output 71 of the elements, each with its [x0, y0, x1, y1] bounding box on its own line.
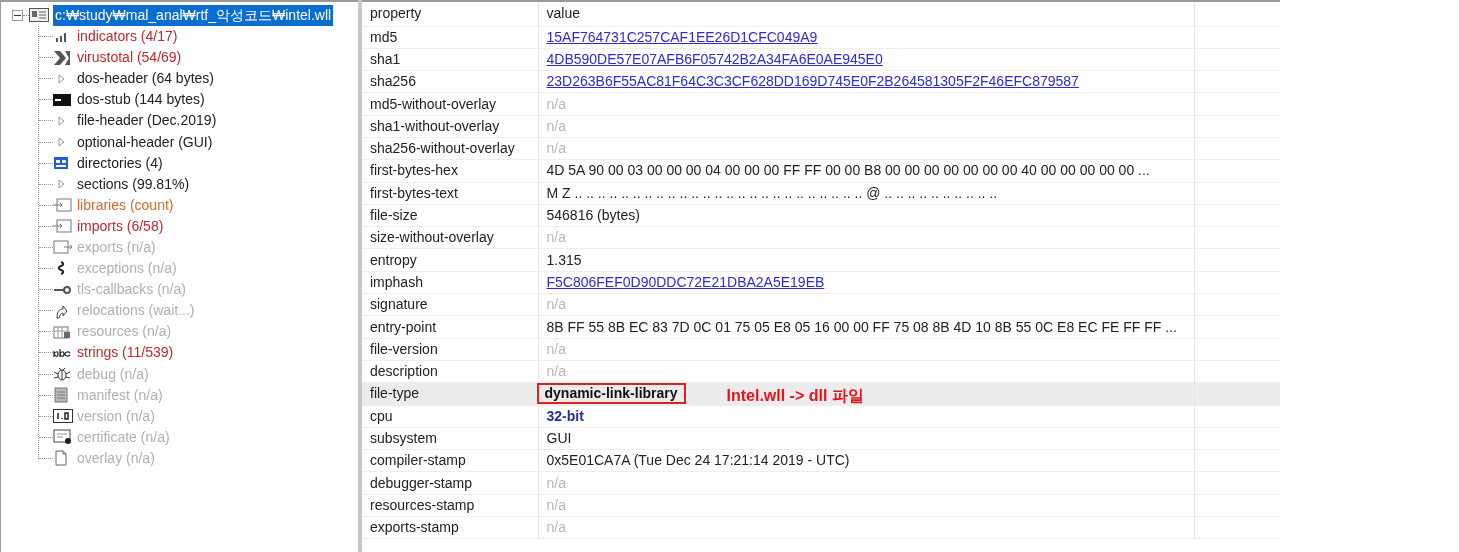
value-text: M Z .. .. .. .. .. .. .. .. .. .. .. .. .. .. .. .. .. .. .. .. .. .. .. .. .. @ .. .. .. .. .. .. .. .. .. .. — [545, 183, 999, 203]
value-text[interactable]: F5C806FEF0D90DDC72E21DBA2A5E19EB — [544, 271, 827, 293]
value-text: 4D 5A 90 00 03 00 00 00 04 00 00 00 FF FF 00 00 B8 00 00 00 00 00 00 00 40 00 00 00 00 00 ... — [545, 161, 1151, 181]
value-text: n/a — [545, 295, 567, 315]
tree-item[interactable]: dos-header (64 bytes) — [77, 68, 214, 90]
tree-item[interactable]: dos-stub (144 bytes) — [77, 89, 205, 111]
property-cell[interactable]: file-size — [362, 204, 538, 227]
property-cell[interactable]: description — [362, 360, 538, 383]
property-cell[interactable]: file-version — [362, 338, 538, 361]
property-cell[interactable]: cpu — [362, 405, 538, 428]
value-text: GUI — [545, 429, 573, 448]
property-cell[interactable]: signature — [362, 293, 538, 316]
tree-item[interactable]: virustotal (54/69) — [77, 47, 182, 69]
value-text: 0x5E01CA7A (Tue Dec 24 17:21:14 2019 - UTC) — [545, 451, 851, 471]
value-text: n/a — [545, 339, 567, 359]
grid-icon — [53, 155, 69, 172]
property-cell[interactable]: md5 — [362, 26, 538, 49]
property-cell[interactable]: first-bytes-hex — [362, 159, 538, 183]
property-cell[interactable]: entry-point — [362, 315, 538, 339]
property-cell[interactable]: sha1 — [362, 48, 538, 71]
property-cell[interactable]: resources-stamp — [362, 494, 538, 517]
tree-item[interactable]: libraries (count) — [77, 194, 174, 216]
tree-item[interactable]: indicators (4/17) — [77, 26, 178, 48]
value-text: n/a — [545, 94, 567, 114]
property-cell[interactable]: first-bytes-text — [362, 182, 538, 205]
value-text: n/a — [545, 139, 567, 159]
tree-root[interactable]: c:₩study₩mal_anal₩rtf_악성코드₩intel.wll — [53, 4, 334, 26]
value-text: n/a — [545, 362, 567, 382]
window-icon — [29, 7, 49, 23]
property-cell[interactable]: exports-stamp — [362, 516, 538, 539]
value-text: 546816 (bytes) — [545, 206, 641, 225]
value-text: n/a — [545, 473, 567, 493]
column-header[interactable]: property — [362, 2, 538, 26]
bug-icon — [53, 366, 71, 383]
window-arrow-icon — [53, 239, 73, 256]
value-text[interactable]: 15AF764731C257CAF1EE26D1CFC049A9 — [544, 26, 820, 48]
column-header[interactable]: value — [538, 2, 1194, 26]
document-icon — [53, 450, 69, 467]
tree-item[interactable]: optional-header (GUI) — [77, 131, 213, 153]
collapse-toggle[interactable] — [12, 9, 23, 21]
property-cell[interactable]: entropy — [362, 248, 538, 272]
value-text: n/a — [545, 518, 567, 538]
version-icon — [53, 409, 73, 424]
property-cell[interactable]: sha256 — [362, 70, 538, 93]
property-cell[interactable]: file-type — [362, 382, 538, 406]
property-cell[interactable]: md5-without-overlay — [362, 92, 538, 116]
value-text: n/a — [545, 228, 567, 248]
console-icon — [53, 92, 71, 107]
annotation-text: Intel.wll -> dll 파일 — [726, 386, 864, 407]
value-text[interactable]: 23D263B6F55AC81F64C3C3CF628DD169D745E0F2B264581305F2F46EFC879587 — [544, 71, 1081, 93]
tree-item[interactable]: file-header (Dec.2019) — [77, 110, 217, 132]
tree-item[interactable]: strings (11/539) — [77, 342, 174, 364]
property-cell[interactable]: compiler-stamp — [362, 449, 538, 472]
property-cell[interactable]: subsystem — [362, 427, 538, 450]
property-cell[interactable]: sha1-without-overlay — [362, 115, 538, 138]
value-text: 1.315 — [545, 250, 583, 270]
property-cell[interactable]: sha256-without-overlay — [362, 137, 538, 160]
chevron-logo-icon — [53, 49, 71, 66]
property-cell[interactable]: imphash — [362, 271, 538, 294]
tree-item[interactable]: directories (4) — [77, 152, 163, 174]
property-cell[interactable]: size-without-overlay — [362, 226, 538, 249]
tree-item[interactable]: imports (6/58) — [77, 215, 164, 237]
property-cell[interactable]: debugger-stamp — [362, 471, 538, 495]
scroll-icon — [53, 387, 69, 404]
value-text: dynamic-link-library — [536, 383, 686, 405]
value-text: n/a — [545, 116, 567, 136]
value-text: 8B FF 55 8B EC 83 7D 0C 01 75 05 E8 05 16 00 00 FF 75 08 8B 4D 10 8B 55 0C E8 EC FE FF FF ... — [545, 317, 1178, 337]
value-text[interactable]: 4DB590DE57E07AFB6F05742B2A34FA6E0AE945E0 — [544, 48, 885, 70]
value-text: n/a — [545, 495, 567, 515]
tree-item[interactable]: sections (99.81%) — [77, 173, 190, 195]
value-text: 32-bit — [545, 406, 585, 426]
